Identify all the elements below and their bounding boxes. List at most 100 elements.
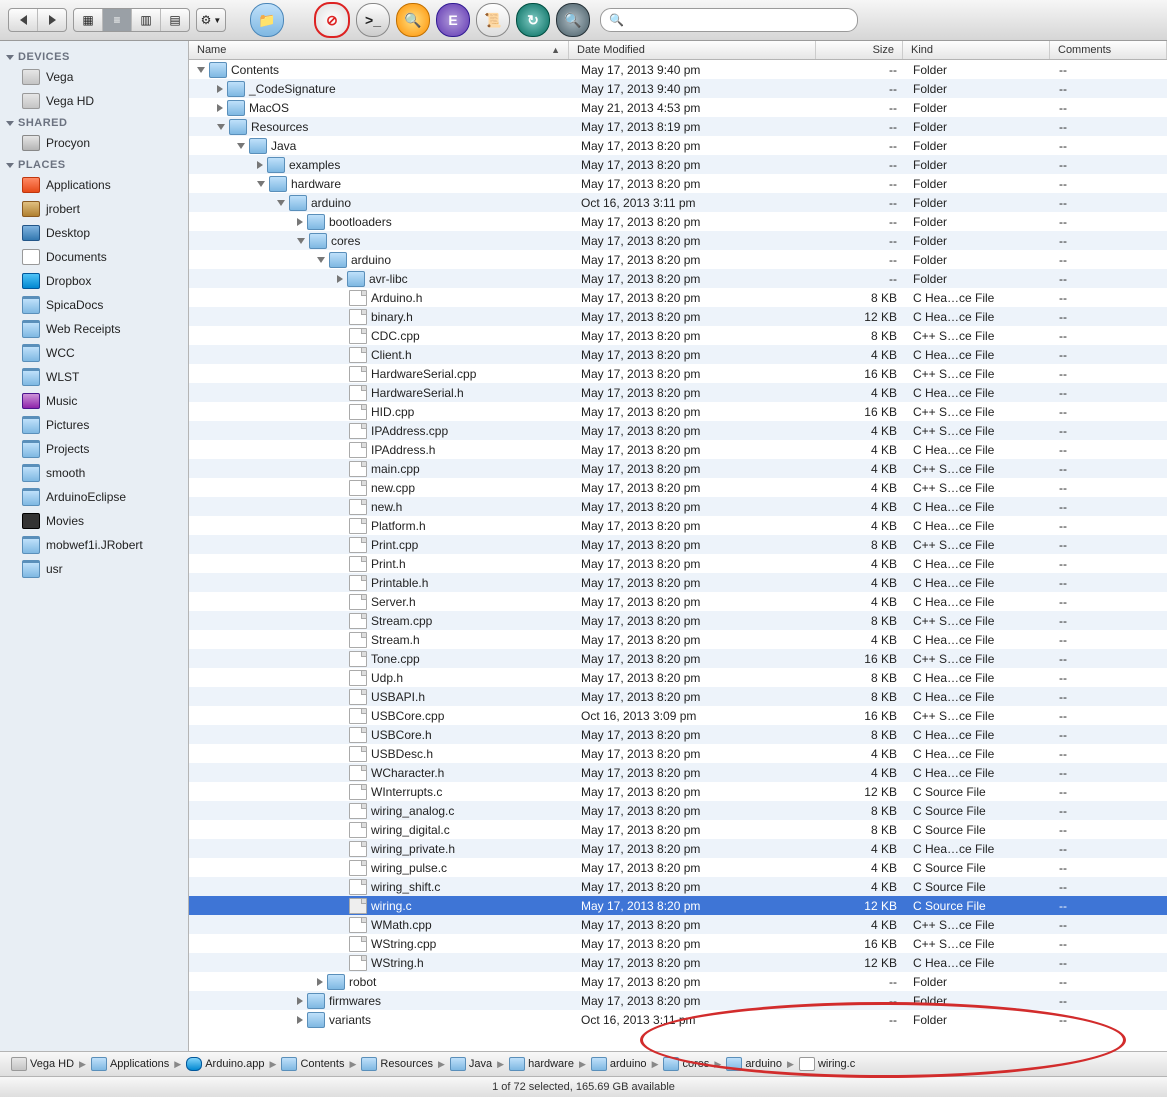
- table-row[interactable]: Tone.cppMay 17, 2013 8:20 pm16 KBC++ S…c…: [189, 649, 1167, 668]
- back-button[interactable]: [9, 9, 38, 31]
- disclosure-open-icon[interactable]: [257, 181, 265, 187]
- view-coverflow-button[interactable]: ▤: [161, 9, 189, 31]
- sidebar-item[interactable]: Movies: [0, 509, 188, 533]
- sidebar[interactable]: DEVICESVegaVega HDSHAREDProcyonPLACESApp…: [0, 41, 189, 1051]
- sidebar-item[interactable]: SpicaDocs: [0, 293, 188, 317]
- col-header-comments[interactable]: Comments: [1050, 41, 1167, 59]
- table-row[interactable]: wiring_analog.cMay 17, 2013 8:20 pm8 KBC…: [189, 801, 1167, 820]
- table-row[interactable]: WString.hMay 17, 2013 8:20 pm12 KBC Hea……: [189, 953, 1167, 972]
- path-segment[interactable]: arduino: [723, 1056, 785, 1072]
- table-row[interactable]: _CodeSignatureMay 17, 2013 9:40 pm--Fold…: [189, 79, 1167, 98]
- disclosure-closed-icon[interactable]: [257, 161, 263, 169]
- table-row[interactable]: new.hMay 17, 2013 8:20 pm4 KBC Hea…ce Fi…: [189, 497, 1167, 516]
- table-row[interactable]: wiring_shift.cMay 17, 2013 8:20 pm4 KBC …: [189, 877, 1167, 896]
- table-row[interactable]: firmwaresMay 17, 2013 8:20 pm--Folder--: [189, 991, 1167, 1010]
- table-row[interactable]: HardwareSerial.cppMay 17, 2013 8:20 pm16…: [189, 364, 1167, 383]
- file-list[interactable]: ContentsMay 17, 2013 9:40 pm--Folder--_C…: [189, 60, 1167, 1051]
- sidebar-item[interactable]: smooth: [0, 461, 188, 485]
- table-row[interactable]: avr-libcMay 17, 2013 8:20 pm--Folder--: [189, 269, 1167, 288]
- sidebar-item[interactable]: Dropbox: [0, 269, 188, 293]
- table-row[interactable]: bootloadersMay 17, 2013 8:20 pm--Folder-…: [189, 212, 1167, 231]
- sidebar-item[interactable]: Documents: [0, 245, 188, 269]
- table-row[interactable]: USBDesc.hMay 17, 2013 8:20 pm4 KBC Hea…c…: [189, 744, 1167, 763]
- path-segment[interactable]: hardware: [506, 1056, 577, 1072]
- table-row[interactable]: HardwareSerial.hMay 17, 2013 8:20 pm4 KB…: [189, 383, 1167, 402]
- disclosure-closed-icon[interactable]: [317, 978, 323, 986]
- table-row[interactable]: CDC.cppMay 17, 2013 8:20 pm8 KBC++ S…ce …: [189, 326, 1167, 345]
- table-row[interactable]: USBCore.cppOct 16, 2013 3:09 pm16 KBC++ …: [189, 706, 1167, 725]
- table-row[interactable]: WString.cppMay 17, 2013 8:20 pm16 KBC++ …: [189, 934, 1167, 953]
- table-row[interactable]: binary.hMay 17, 2013 8:20 pm12 KBC Hea…c…: [189, 307, 1167, 326]
- table-row[interactable]: IPAddress.hMay 17, 2013 8:20 pm4 KBC Hea…: [189, 440, 1167, 459]
- path-segment[interactable]: Arduino.app: [183, 1056, 267, 1072]
- emacs-button[interactable]: E: [436, 3, 470, 37]
- table-row[interactable]: coresMay 17, 2013 8:20 pm--Folder--: [189, 231, 1167, 250]
- script-button[interactable]: 📜: [476, 3, 510, 37]
- disclosure-closed-icon[interactable]: [217, 104, 223, 112]
- spotlight-button[interactable]: 🔍: [556, 3, 590, 37]
- table-row[interactable]: Printable.hMay 17, 2013 8:20 pm4 KBC Hea…: [189, 573, 1167, 592]
- col-header-size[interactable]: Size: [816, 41, 903, 59]
- table-row[interactable]: hardwareMay 17, 2013 8:20 pm--Folder--: [189, 174, 1167, 193]
- terminal-button[interactable]: >_: [356, 3, 390, 37]
- disclosure-closed-icon[interactable]: [297, 1016, 303, 1024]
- table-row[interactable]: ResourcesMay 17, 2013 8:19 pm--Folder--: [189, 117, 1167, 136]
- sidebar-item[interactable]: Vega HD: [0, 89, 188, 113]
- table-row[interactable]: IPAddress.cppMay 17, 2013 8:20 pm4 KBC++…: [189, 421, 1167, 440]
- table-row[interactable]: variantsOct 16, 2013 3:11 pm--Folder--: [189, 1010, 1167, 1029]
- search-input[interactable]: [624, 13, 849, 27]
- table-row[interactable]: WInterrupts.cMay 17, 2013 8:20 pm12 KBC …: [189, 782, 1167, 801]
- path-segment[interactable]: Applications: [88, 1056, 172, 1072]
- table-row[interactable]: main.cppMay 17, 2013 8:20 pm4 KBC++ S…ce…: [189, 459, 1167, 478]
- table-row[interactable]: wiring.cMay 17, 2013 8:20 pm12 KBC Sourc…: [189, 896, 1167, 915]
- table-row[interactable]: new.cppMay 17, 2013 8:20 pm4 KBC++ S…ce …: [189, 478, 1167, 497]
- disclosure-open-icon[interactable]: [277, 200, 285, 206]
- sidebar-item[interactable]: WCC: [0, 341, 188, 365]
- sidebar-item[interactable]: jrobert: [0, 197, 188, 221]
- sidebar-item[interactable]: Applications: [0, 173, 188, 197]
- disclosure-open-icon[interactable]: [197, 67, 205, 73]
- table-row[interactable]: ContentsMay 17, 2013 9:40 pm--Folder--: [189, 60, 1167, 79]
- disclosure-closed-icon[interactable]: [337, 275, 343, 283]
- table-row[interactable]: Stream.hMay 17, 2013 8:20 pm4 KBC Hea…ce…: [189, 630, 1167, 649]
- disclosure-open-icon[interactable]: [317, 257, 325, 263]
- path-segment[interactable]: arduino: [588, 1056, 650, 1072]
- table-row[interactable]: HID.cppMay 17, 2013 8:20 pm16 KBC++ S…ce…: [189, 402, 1167, 421]
- table-row[interactable]: Udp.hMay 17, 2013 8:20 pm8 KBC Hea…ce Fi…: [189, 668, 1167, 687]
- sidebar-section-header[interactable]: SHARED: [0, 113, 188, 131]
- sidebar-item[interactable]: WLST: [0, 365, 188, 389]
- sidebar-item[interactable]: mobwef1i.JRobert: [0, 533, 188, 557]
- view-list-button[interactable]: ≡: [103, 9, 132, 31]
- path-segment[interactable]: Resources: [358, 1056, 436, 1072]
- col-header-name[interactable]: Name▲: [189, 41, 569, 59]
- disclosure-closed-icon[interactable]: [297, 997, 303, 1005]
- view-column-button[interactable]: ▥: [132, 9, 161, 31]
- table-row[interactable]: wiring_digital.cMay 17, 2013 8:20 pm8 KB…: [189, 820, 1167, 839]
- disclosure-open-icon[interactable]: [297, 238, 305, 244]
- sidebar-item[interactable]: ArduinoEclipse: [0, 485, 188, 509]
- sidebar-item[interactable]: usr: [0, 557, 188, 581]
- table-row[interactable]: examplesMay 17, 2013 8:20 pm--Folder--: [189, 155, 1167, 174]
- no-entry-button[interactable]: ⊘: [314, 2, 350, 38]
- sidebar-item[interactable]: Pictures: [0, 413, 188, 437]
- disclosure-open-icon[interactable]: [237, 143, 245, 149]
- path-segment[interactable]: Contents: [278, 1056, 347, 1072]
- col-header-kind[interactable]: Kind: [903, 41, 1050, 59]
- table-row[interactable]: MacOSMay 21, 2013 4:53 pm--Folder--: [189, 98, 1167, 117]
- action-menu-button[interactable]: ⚙▼: [196, 8, 226, 32]
- table-row[interactable]: Server.hMay 17, 2013 8:20 pm4 KBC Hea…ce…: [189, 592, 1167, 611]
- find-button[interactable]: 🔍: [396, 3, 430, 37]
- sidebar-item[interactable]: Web Receipts: [0, 317, 188, 341]
- new-folder-button[interactable]: 📁: [250, 3, 284, 37]
- table-row[interactable]: Platform.hMay 17, 2013 8:20 pm4 KBC Hea……: [189, 516, 1167, 535]
- table-row[interactable]: USBCore.hMay 17, 2013 8:20 pm8 KBC Hea…c…: [189, 725, 1167, 744]
- sidebar-item[interactable]: Music: [0, 389, 188, 413]
- table-row[interactable]: wiring_private.hMay 17, 2013 8:20 pm4 KB…: [189, 839, 1167, 858]
- sidebar-item[interactable]: Projects: [0, 437, 188, 461]
- path-segment[interactable]: cores: [660, 1056, 712, 1072]
- col-header-date[interactable]: Date Modified: [569, 41, 816, 59]
- sidebar-section-header[interactable]: PLACES: [0, 155, 188, 173]
- table-row[interactable]: arduinoOct 16, 2013 3:11 pm--Folder--: [189, 193, 1167, 212]
- table-row[interactable]: WMath.cppMay 17, 2013 8:20 pm4 KBC++ S…c…: [189, 915, 1167, 934]
- forward-button[interactable]: [38, 9, 66, 31]
